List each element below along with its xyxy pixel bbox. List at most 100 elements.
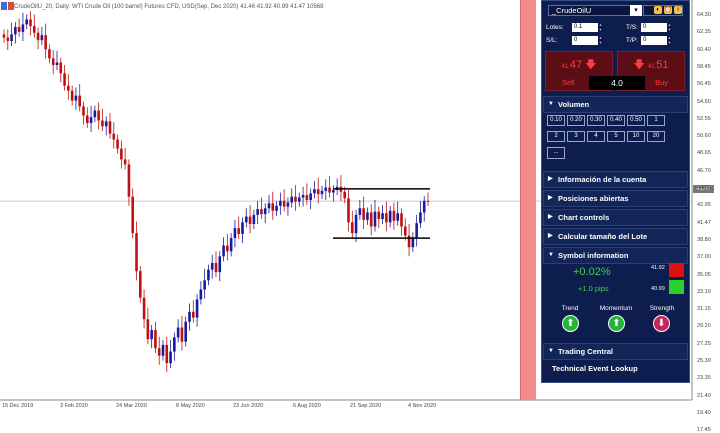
candle-body — [138, 271, 142, 298]
candle-body — [305, 195, 309, 200]
y-axis-label: 31.15 — [697, 306, 711, 313]
technical-event-link[interactable]: Technical Event Lookup — [552, 364, 638, 373]
volume-button[interactable]: 5 — [607, 131, 625, 142]
candle-body — [169, 351, 172, 364]
sl-stepper[interactable]: ▲ ▼ — [598, 35, 603, 45]
candle-body — [260, 209, 263, 215]
symbol-select[interactable]: _CrudeOilU — [548, 5, 642, 16]
candle-body — [29, 19, 32, 27]
settings-icon[interactable]: ◐ — [654, 6, 662, 14]
alarm-icon[interactable]: ⏰ — [664, 6, 672, 14]
candle-body — [419, 212, 422, 224]
volume-button[interactable]: 20 — [647, 131, 665, 142]
section-lot-calculator[interactable]: ▶ Calcular tamaño del Lote — [543, 228, 688, 245]
candle-body — [279, 200, 282, 206]
symbol-info-header[interactable]: ▼ Symbol information — [543, 247, 688, 264]
y-axis-label: 25.30 — [697, 358, 711, 364]
candle-body — [207, 269, 210, 281]
volume-button[interactable]: 0.20 — [567, 115, 585, 126]
candle-body — [120, 148, 123, 160]
lot-size-field[interactable]: 4.0 — [589, 76, 645, 90]
sl-input[interactable]: 0 — [572, 36, 598, 45]
y-axis-label: 62.35 — [697, 29, 711, 36]
volume-button[interactable]: 3 — [567, 131, 585, 142]
volume-button[interactable]: 0.10 — [547, 115, 565, 126]
low-indicator — [669, 280, 684, 294]
candle-body — [131, 196, 135, 234]
section-positions[interactable]: ▶ Posiciones abiertas — [543, 190, 688, 207]
strength-label: Strength — [649, 305, 675, 312]
tp-stepper[interactable]: ▲ ▼ — [667, 35, 672, 45]
candle-body — [157, 348, 161, 356]
symbol-info-title: Symbol information — [558, 251, 629, 260]
section-chart-controls[interactable]: ▶ Chart controls — [543, 209, 688, 226]
candle-body — [203, 280, 206, 290]
arrow-down-icon: 🡇 — [585, 59, 597, 71]
change-percent: +0.02% — [573, 266, 611, 278]
candle-body — [123, 159, 127, 165]
candle-body — [154, 330, 157, 349]
candle-body — [343, 191, 347, 199]
lots-input[interactable]: 0.1 — [572, 23, 598, 32]
volume-button[interactable]: 2 — [547, 131, 565, 142]
ts-stepper[interactable]: ▲ ▼ — [667, 22, 672, 32]
volume-button[interactable]: ... — [547, 147, 565, 159]
candle-body — [142, 297, 146, 320]
candle-body — [332, 190, 335, 193]
buy-label: Buy — [655, 78, 668, 87]
candle-body — [392, 210, 396, 221]
candle-body — [48, 49, 51, 59]
candle-body — [324, 187, 328, 191]
candle-body — [282, 200, 286, 207]
candle-body — [263, 208, 267, 215]
tp-input[interactable]: 0 — [641, 36, 667, 45]
y-axis-label: 29.20 — [697, 323, 711, 330]
lots-stepper[interactable]: ▲ ▼ — [598, 22, 603, 32]
volume-button[interactable]: 10 — [627, 131, 645, 142]
chevron-down-icon[interactable]: ▾ — [630, 5, 642, 16]
y-axis-label: 54.50 — [697, 98, 711, 105]
arrow-down-icon: 🡇 — [633, 59, 645, 71]
candle-body — [377, 211, 381, 220]
y-axis-label: 33.10 — [697, 288, 711, 295]
section-label: Chart controls — [558, 213, 610, 222]
candle-body — [381, 213, 384, 220]
volumen-title: Volumen — [558, 100, 590, 109]
low-price: 40.99 — [651, 286, 665, 292]
y-axis-label: 56.45 — [697, 81, 711, 88]
candle-body — [373, 211, 377, 227]
volume-button[interactable]: 0.40 — [607, 115, 625, 126]
volume-button[interactable]: 0.50 — [627, 115, 645, 126]
ts-input[interactable]: 0 — [641, 23, 667, 32]
candle-body — [301, 195, 305, 198]
candle-body — [309, 193, 312, 200]
trading-panel: _CrudeOilU ▾ ◐ ⏰ i Lotes: 0.1 ▲ ▼ T/S: 0 … — [541, 0, 690, 383]
candle-body — [244, 216, 248, 223]
candle-body — [161, 344, 165, 356]
candle-body — [104, 121, 108, 127]
candle-body — [116, 139, 119, 149]
volume-button[interactable]: 4 — [587, 131, 605, 142]
y-axis-label: 48.65 — [697, 150, 711, 157]
volume-button[interactable]: 0.30 — [587, 115, 605, 126]
caret-right-icon: ▶ — [548, 195, 553, 201]
volume-button[interactable]: 1 — [647, 115, 665, 126]
candle-body — [44, 35, 47, 50]
info-icon[interactable]: i — [674, 6, 682, 14]
momentum-up-icon: ⬆ — [608, 315, 625, 332]
x-axis-label: 15 Dec 2019 — [2, 403, 34, 409]
candle-body — [135, 233, 138, 272]
candle-body — [89, 117, 93, 123]
section-account[interactable]: ▶ Información de la cuenta — [543, 171, 688, 188]
candle-body — [267, 203, 271, 209]
candle-body — [180, 327, 184, 342]
candle-body — [358, 208, 362, 215]
volumen-header[interactable]: ▼ Volumen — [543, 96, 688, 113]
candle-body — [347, 198, 350, 223]
candle-body — [2, 34, 6, 38]
candle-body — [97, 110, 100, 121]
candle-body — [237, 228, 241, 234]
trading-central-header[interactable]: ▼ Trading Central — [543, 343, 688, 360]
sl-label: S/L: — [546, 37, 558, 44]
candle-body — [313, 189, 316, 194]
